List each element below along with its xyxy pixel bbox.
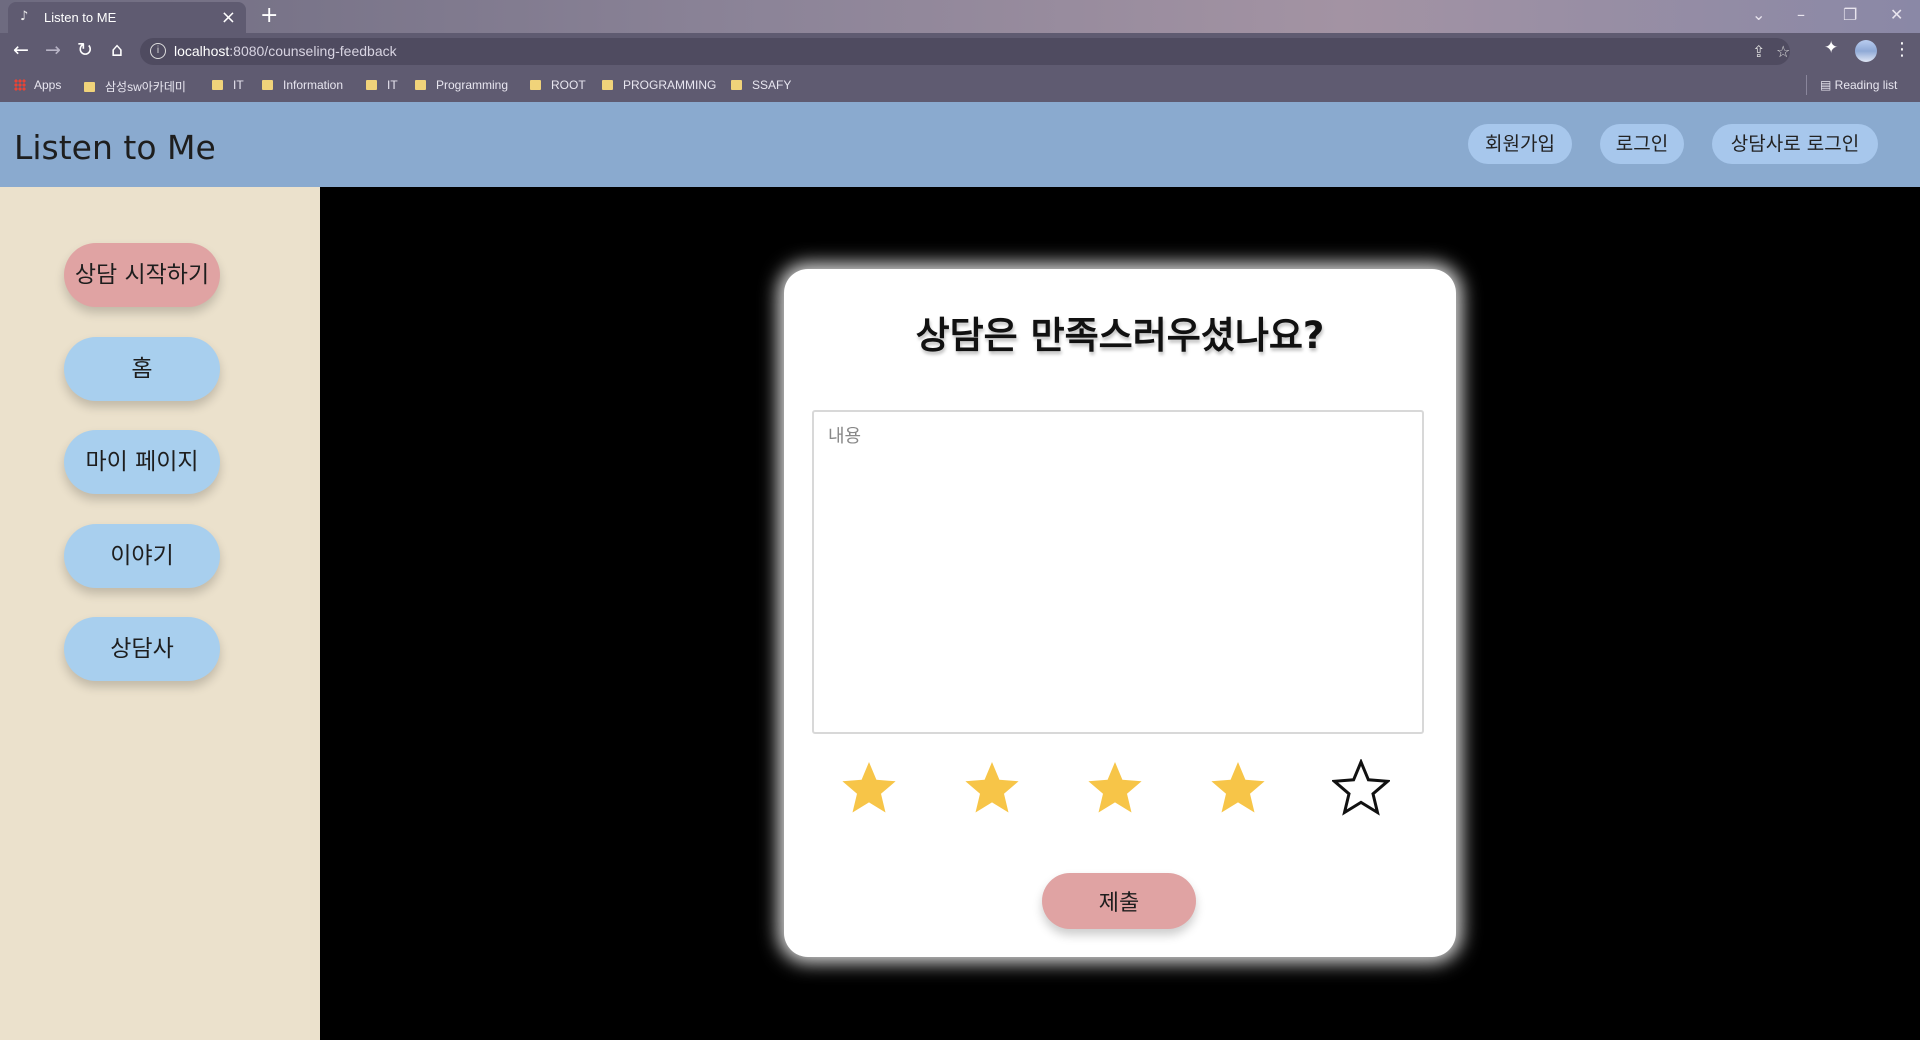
bookmark-apps[interactable]: Apps [14, 78, 61, 92]
home-icon[interactable]: ⌂ [105, 39, 129, 61]
url-text[interactable]: localhost:8080/counseling-feedback [174, 43, 397, 59]
bookmark-folder[interactable]: IT [366, 78, 398, 92]
folder-icon [731, 80, 742, 90]
new-tab-button[interactable]: + [260, 4, 278, 28]
bookmark-folder[interactable]: 삼성sw아카데미 [84, 78, 186, 95]
favicon-icon: ♪ [20, 9, 29, 24]
sidebar: 상담 시작하기 홈 마이 페이지 이야기 상담사 [0, 187, 320, 1040]
star-filled-icon[interactable] [1209, 759, 1267, 817]
divider [1806, 75, 1807, 95]
bookmark-folder[interactable]: IT [212, 78, 244, 92]
folder-icon [366, 80, 377, 90]
signup-button[interactable]: 회원가입 [1468, 124, 1572, 164]
bookmark-folder[interactable]: Programming [415, 78, 508, 92]
sidebar-item-stories[interactable]: 이야기 [64, 524, 220, 588]
reading-list-button[interactable]: ▤ Reading list [1820, 78, 1897, 92]
feedback-question: 상담은 만족스러우셨나요? [915, 314, 1325, 357]
login-button[interactable]: 로그인 [1600, 124, 1684, 164]
share-icon[interactable]: ⇪ [1752, 42, 1765, 61]
bookmark-star-icon[interactable]: ☆ [1776, 42, 1790, 61]
bookmark-folder[interactable]: SSAFY [731, 78, 791, 92]
site-info-icon[interactable]: i [150, 43, 166, 59]
profile-avatar[interactable] [1855, 40, 1877, 62]
folder-icon [212, 80, 223, 90]
feedback-content-input[interactable] [812, 410, 1424, 734]
star-filled-icon[interactable] [840, 759, 898, 817]
folder-icon [262, 80, 273, 90]
tab-title: Listen to ME [44, 10, 117, 25]
minimize-icon[interactable]: – [1797, 5, 1805, 24]
folder-icon [530, 80, 541, 90]
browser-menu-icon[interactable]: ⋮ [1893, 39, 1911, 60]
apps-icon [14, 79, 26, 91]
address-bar[interactable]: i localhost:8080/counseling-feedback ⇪ ☆ [140, 38, 1790, 65]
folder-icon [84, 82, 95, 92]
sidebar-item-home[interactable]: 홈 [64, 337, 220, 401]
back-icon[interactable]: ← [9, 39, 33, 61]
star-empty-icon[interactable] [1332, 759, 1390, 817]
bookmark-folder[interactable]: ROOT [530, 78, 586, 92]
browser-tabbar: ♪ Listen to ME × + ⌄ – ❐ ✕ [0, 0, 1920, 33]
forward-icon[interactable]: → [41, 39, 65, 61]
reload-icon[interactable]: ↻ [73, 39, 97, 61]
star-rating [840, 759, 1400, 819]
sidebar-item-my-page[interactable]: 마이 페이지 [64, 430, 220, 494]
folder-icon [415, 80, 426, 90]
bookmark-folder[interactable]: PROGRAMMING [602, 78, 716, 92]
folder-icon [602, 80, 613, 90]
star-filled-icon[interactable] [1086, 759, 1144, 817]
feedback-modal: 상담은 만족스러우셨나요? 제출 [784, 269, 1456, 957]
tab-search-icon[interactable]: ⌄ [1752, 5, 1765, 24]
sidebar-item-counselors[interactable]: 상담사 [64, 617, 220, 681]
tab-close-icon[interactable]: × [221, 7, 236, 28]
bookmarks-bar: Apps 삼성sw아카데미 IT Information IT Programm… [0, 69, 1920, 102]
bookmark-folder[interactable]: Information [262, 78, 343, 92]
app-title[interactable]: Listen to Me [14, 128, 216, 167]
restore-icon[interactable]: ❐ [1843, 5, 1857, 24]
counselor-login-button[interactable]: 상담사로 로그인 [1712, 124, 1878, 164]
browser-tab[interactable]: ♪ Listen to ME × [8, 2, 246, 33]
sidebar-item-start-counseling[interactable]: 상담 시작하기 [64, 243, 220, 307]
reading-list-icon: ▤ [1820, 78, 1835, 92]
app-header: Listen to Me 회원가입 로그인 상담사로 로그인 [0, 102, 1920, 187]
submit-button[interactable]: 제출 [1042, 873, 1196, 929]
browser-toolbar: ← → ↻ ⌂ i localhost:8080/counseling-feed… [0, 33, 1920, 69]
extensions-icon[interactable]: ✦ [1824, 38, 1838, 58]
close-window-icon[interactable]: ✕ [1890, 5, 1903, 24]
star-filled-icon[interactable] [963, 759, 1021, 817]
